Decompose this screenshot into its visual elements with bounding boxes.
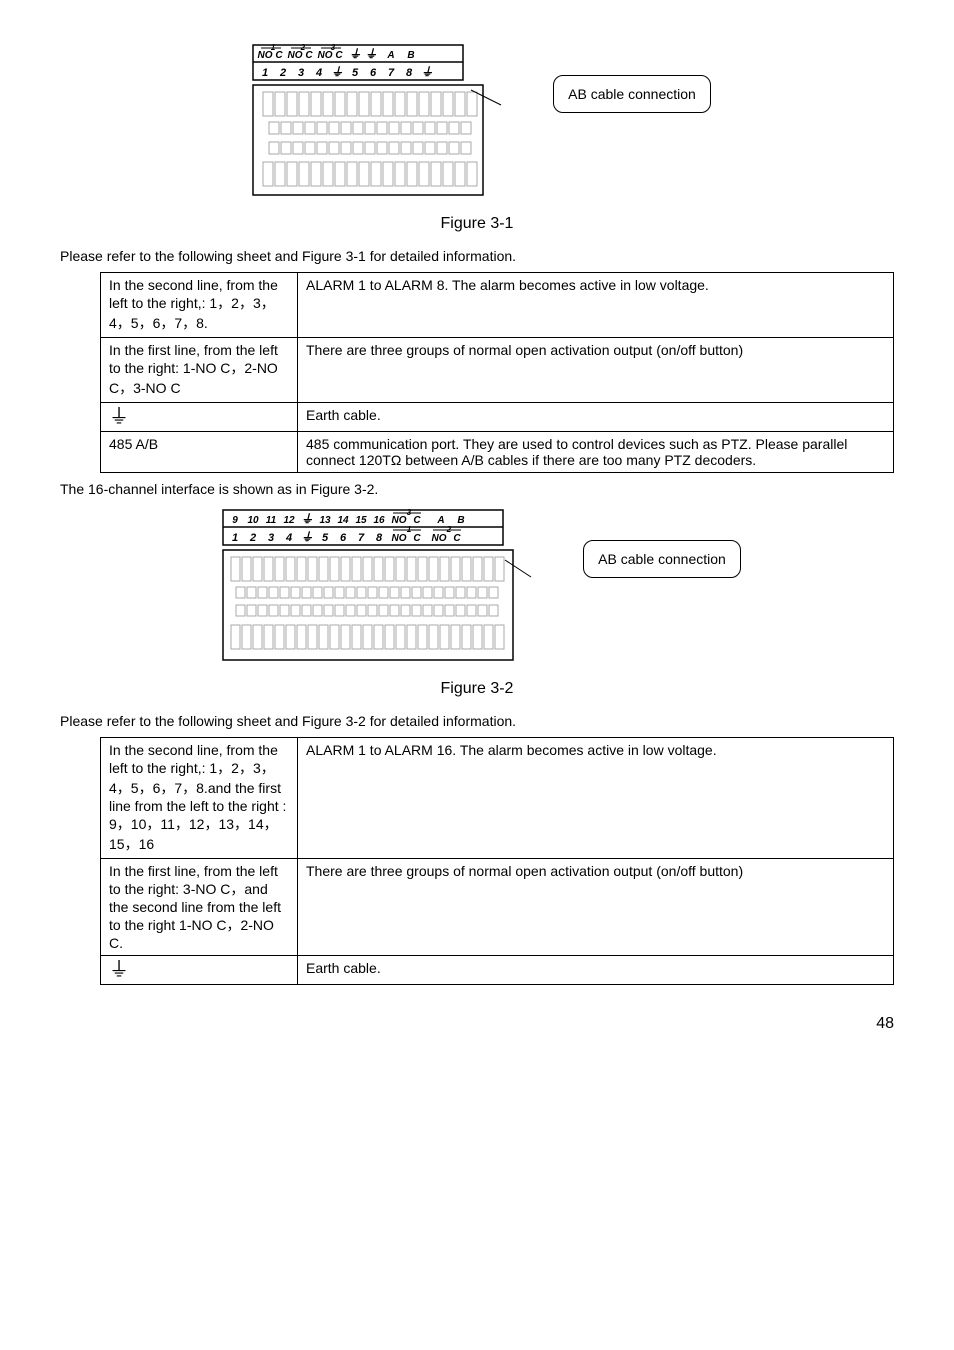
svg-text:4: 4	[285, 532, 292, 544]
svg-text:NO: NO	[392, 515, 407, 526]
table-cell: In the first line, from the left to the …	[101, 859, 298, 956]
svg-text:15: 15	[356, 515, 368, 526]
table-cell: Earth cable.	[298, 403, 894, 432]
table-cell: There are three groups of normal open ac…	[298, 859, 894, 956]
table-row: In the second line, from the left to the…	[101, 738, 894, 859]
svg-text:2: 2	[300, 43, 306, 52]
table-row: In the first line, from the left to the …	[101, 859, 894, 956]
table-1: In the second line, from the left to the…	[100, 272, 894, 473]
figure-2-callout: AB cable connection	[583, 540, 741, 578]
svg-text:11: 11	[266, 515, 277, 526]
svg-text:NO: NO	[392, 533, 407, 544]
figure-2-wrapper: 91011 12⏚13 141516 NOC3 AB 123 4⏚5 678 N…	[60, 505, 894, 665]
svg-text:⏚: ⏚	[301, 530, 313, 544]
table-row: ⏚ Earth cable.	[101, 956, 894, 985]
svg-text:7: 7	[358, 532, 365, 544]
ground-icon: ⏚	[109, 959, 129, 981]
table-2: In the second line, from the left to the…	[100, 737, 894, 985]
table-cell: ⏚	[101, 956, 298, 985]
table-cell: 485 communication port. They are used to…	[298, 432, 894, 473]
svg-text:⏚: ⏚	[421, 65, 433, 79]
table-cell: ALARM 1 to ALARM 8. The alarm becomes ac…	[298, 273, 894, 338]
table-row: ⏚ Earth cable.	[101, 403, 894, 432]
svg-text:2: 2	[446, 525, 452, 534]
svg-text:13: 13	[320, 515, 332, 526]
table-cell: ALARM 1 to ALARM 16. The alarm becomes a…	[298, 738, 894, 859]
svg-text:⏚: ⏚	[301, 512, 313, 526]
svg-text:⏚: ⏚	[331, 65, 343, 79]
svg-text:A: A	[437, 515, 445, 526]
table-cell: 485 A/B	[101, 432, 298, 473]
svg-text:C: C	[454, 533, 462, 544]
svg-text:1: 1	[232, 532, 238, 544]
svg-text:12: 12	[284, 515, 296, 526]
figure-1-caption: Figure 3-1	[60, 215, 894, 233]
svg-text:4: 4	[315, 67, 322, 79]
svg-text:3: 3	[331, 43, 336, 52]
table-cell: Earth cable.	[298, 956, 894, 985]
svg-text:1: 1	[407, 525, 412, 534]
svg-text:6: 6	[340, 532, 347, 544]
svg-text:9: 9	[232, 515, 238, 526]
svg-text:3: 3	[268, 532, 274, 544]
svg-text:⏚: ⏚	[365, 47, 377, 61]
svg-text:3: 3	[407, 508, 412, 517]
table-row: In the first line, from the left to the …	[101, 338, 894, 403]
svg-text:6: 6	[370, 67, 377, 79]
intro-text-2: Please refer to the following sheet and …	[60, 713, 894, 729]
callout-text: AB cable connection	[568, 86, 696, 102]
figure-1-diagram: NOC 1 NOC 2 NOC 3 ⏚ ⏚ A B 123 4⏚5 678 ⏚	[243, 40, 503, 200]
svg-text:B: B	[408, 50, 415, 61]
mid-text: The 16-channel interface is shown as in …	[60, 481, 894, 497]
svg-text:5: 5	[322, 532, 329, 544]
svg-text:⏚: ⏚	[349, 47, 361, 61]
svg-text:C: C	[276, 50, 284, 61]
ground-icon: ⏚	[109, 406, 129, 428]
svg-text:C: C	[414, 515, 422, 526]
figure-2-diagram: 91011 12⏚13 141516 NOC3 AB 123 4⏚5 678 N…	[213, 505, 533, 665]
svg-text:3: 3	[298, 67, 304, 79]
svg-text:7: 7	[388, 67, 395, 79]
table-row: 485 A/B 485 communication port. They are…	[101, 432, 894, 473]
svg-text:10: 10	[248, 515, 260, 526]
page-number: 48	[60, 1015, 894, 1033]
table-cell: In the second line, from the left to the…	[101, 738, 298, 859]
intro-text-1: Please refer to the following sheet and …	[60, 248, 894, 264]
callout-text: AB cable connection	[598, 551, 726, 567]
svg-text:8: 8	[406, 67, 413, 79]
svg-text:A: A	[387, 50, 395, 61]
figure-1-callout: AB cable connection	[553, 75, 711, 113]
svg-text:C: C	[336, 50, 344, 61]
figure-1-wrapper: NOC 1 NOC 2 NOC 3 ⏚ ⏚ A B 123 4⏚5 678 ⏚	[60, 40, 894, 200]
svg-text:C: C	[306, 50, 314, 61]
svg-text:1: 1	[271, 43, 276, 52]
svg-text:C: C	[414, 533, 422, 544]
figure-2-caption: Figure 3-2	[60, 680, 894, 698]
table-cell: There are three groups of normal open ac…	[298, 338, 894, 403]
svg-text:8: 8	[376, 532, 383, 544]
table-cell: ⏚	[101, 403, 298, 432]
svg-text:NO: NO	[432, 533, 447, 544]
table-cell: In the first line, from the left to the …	[101, 338, 298, 403]
table-row: In the second line, from the left to the…	[101, 273, 894, 338]
svg-text:2: 2	[279, 67, 286, 79]
svg-text:5: 5	[352, 67, 359, 79]
svg-text:1: 1	[262, 67, 268, 79]
svg-text:2: 2	[249, 532, 256, 544]
table-cell: In the second line, from the left to the…	[101, 273, 298, 338]
svg-text:B: B	[458, 515, 465, 526]
svg-text:14: 14	[338, 515, 350, 526]
svg-text:16: 16	[374, 515, 386, 526]
